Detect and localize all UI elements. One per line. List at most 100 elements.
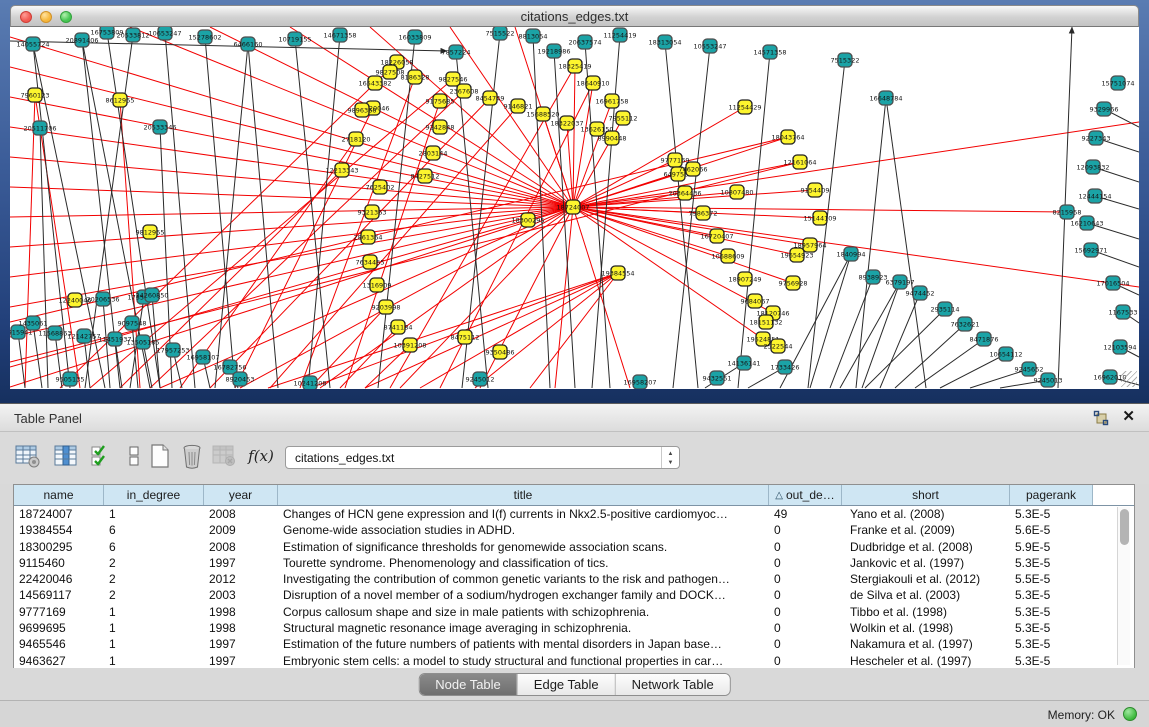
network-edge[interactable] (840, 282, 900, 388)
network-node-label: 19654923 (780, 251, 813, 259)
network-edge[interactable] (40, 128, 48, 388)
select-columns-button[interactable] (88, 442, 116, 470)
network-edge[interactable] (120, 170, 342, 388)
network-node-label: 9896368 (348, 106, 377, 114)
network-node-label: 20511706 (23, 124, 56, 132)
function-builder-button[interactable]: f(x) (246, 442, 276, 470)
network-node-label: 7462066 (679, 165, 708, 173)
network-node-label: 20364436 (668, 189, 701, 197)
network-edge[interactable] (420, 273, 618, 388)
network-edge[interactable] (915, 339, 984, 388)
row-tools-button[interactable] (120, 442, 148, 470)
network-edge[interactable] (573, 101, 612, 207)
float-panel-icon[interactable] (1093, 410, 1109, 426)
column-header-year[interactable]: year (204, 485, 278, 505)
table-row[interactable]: 946554611997Estimation of the future num… (14, 636, 1134, 652)
network-node-label: 24260850 (135, 291, 168, 299)
table-row[interactable]: 969969511998Structural magnetic resonanc… (14, 620, 1134, 636)
network-edge[interactable] (248, 44, 278, 388)
table-scrollbar-thumb[interactable] (1120, 509, 1129, 545)
table-cell: 9463627 (14, 653, 104, 669)
column-header-in_degree[interactable]: in_degree (104, 485, 204, 505)
column-header-label: pagerank (1026, 488, 1076, 502)
tab-network-table[interactable]: Network Table (615, 674, 730, 695)
delete-column-button[interactable] (178, 442, 206, 470)
close-panel-icon[interactable]: ✕ (1122, 408, 1135, 426)
column-header-label: in_degree (127, 488, 180, 502)
network-node-label: 9777169 (661, 156, 690, 164)
network-edge[interactable] (940, 354, 1006, 388)
network-node-label: 18724007 (556, 203, 589, 211)
table-row[interactable]: 1830029562008Estimation of significance … (14, 539, 1134, 555)
column-header-name[interactable]: name (14, 485, 104, 505)
table-scrollbar[interactable] (1117, 507, 1130, 665)
network-edge[interactable] (130, 27, 573, 207)
table-row[interactable]: 946362711997Embryonic stem cells: a mode… (14, 653, 1134, 669)
network-edge[interactable] (810, 254, 851, 388)
node-table: name in_degree yeartitle△out_de… short pager… (13, 484, 1135, 668)
column-header-label: name (43, 488, 73, 502)
network-edge[interactable] (573, 207, 630, 388)
table-row[interactable]: 1872400712008Changes of HCN gene express… (14, 506, 1134, 522)
network-node-label: 2935114 (931, 305, 960, 313)
network-node-label: 10719155 (278, 35, 311, 43)
window-titlebar[interactable]: citations_edges.txt (10, 5, 1139, 27)
column-header-title[interactable]: title (278, 485, 769, 505)
table-select-dropdown[interactable]: citations_edges.txt ▲▼ (285, 446, 680, 469)
resize-grip-icon[interactable] (1121, 371, 1137, 387)
network-edge[interactable] (567, 123, 573, 207)
column-header-label: short (912, 488, 939, 502)
table-row[interactable]: 1456911722003Disruption of a novel membe… (14, 587, 1134, 603)
column-header-out_de[interactable]: △out_de… (769, 485, 842, 505)
show-columns-button[interactable] (52, 442, 80, 470)
table-cell: 9777169 (14, 604, 104, 620)
table-cell: Structural magnetic resonance image aver… (278, 620, 769, 636)
table-cell: 5.9E-5 (1010, 539, 1093, 555)
table-row[interactable]: 977716911998Corpus callosum shape and si… (14, 604, 1134, 620)
column-header-pagerank[interactable]: pagerank (1010, 485, 1093, 505)
network-edge[interactable] (10, 207, 573, 277)
network-node-label: 11254429 (728, 103, 761, 111)
tab-node-table[interactable]: Node Table (419, 674, 517, 695)
network-edge[interactable] (340, 327, 398, 388)
network-edge[interactable] (480, 207, 573, 388)
table-cell: 2 (104, 555, 204, 571)
network-edge[interactable] (25, 95, 35, 388)
network-edge[interactable] (573, 66, 575, 207)
network-node-label: 8741184 (384, 323, 413, 331)
network-node-label: 14571358 (753, 48, 786, 56)
table-cell: 5.3E-5 (1010, 636, 1093, 652)
network-edge[interactable] (856, 98, 886, 388)
network-edge[interactable] (830, 277, 873, 388)
table-row[interactable]: 1938455462009Genome-wide association stu… (14, 522, 1134, 538)
network-edge[interactable] (886, 98, 926, 388)
network-node-label: 9203998 (372, 303, 401, 311)
column-header-short[interactable]: short (842, 485, 1010, 505)
network-node-label: 19384554 (601, 269, 634, 277)
create-column-button[interactable] (146, 442, 174, 470)
network-node-label: 7632621 (951, 320, 980, 328)
network-node-label: 12444154 (1078, 192, 1111, 200)
memory-status-icon[interactable] (1123, 707, 1137, 721)
network-node-label: 1167533 (1109, 308, 1138, 316)
network-edge[interactable] (35, 95, 80, 388)
table-cell: 1 (104, 604, 204, 620)
network-edge[interactable] (865, 309, 945, 388)
table-row[interactable]: 911546021997Tourette syndrome. Phenomeno… (14, 555, 1134, 571)
network-edge[interactable] (573, 122, 1139, 207)
network-node-label: 16648784 (869, 94, 902, 102)
table-cell: 5.3E-5 (1010, 555, 1093, 571)
table-row[interactable]: 2242004622012Investigating the contribut… (14, 571, 1134, 587)
table-cell: 0 (769, 620, 842, 636)
network-edge[interactable] (310, 307, 386, 388)
network-node-label: 7960123 (21, 91, 50, 99)
table-cell: 1997 (204, 555, 278, 571)
table-cell: 2008 (204, 539, 278, 555)
table-cell: 19384554 (14, 522, 104, 538)
network-edge[interactable] (895, 324, 965, 388)
network-node-label: 12213343 (325, 166, 358, 174)
table-mode-button[interactable] (14, 442, 42, 470)
tab-edge-table[interactable]: Edge Table (517, 674, 615, 695)
network-canvas[interactable]: 1872400719384554183002951822605898275081… (10, 27, 1139, 389)
network-node-label: 2522544 (764, 342, 793, 350)
